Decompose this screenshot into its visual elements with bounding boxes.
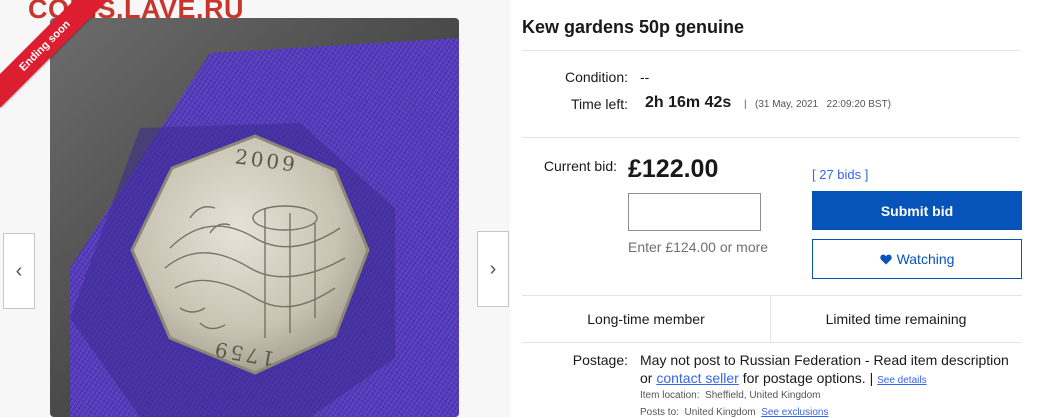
submit-bid-label: Submit bid xyxy=(880,202,954,219)
bid-amount-input[interactable] xyxy=(628,193,761,231)
postage-options-text: for postage options. | xyxy=(742,370,874,386)
condition-value: -- xyxy=(640,69,650,85)
ending-soon-ribbon: Ending soon xyxy=(0,0,120,110)
chevron-left-icon: ‹ xyxy=(15,259,23,282)
posts-to-label: Posts to: xyxy=(640,407,679,418)
submit-bid-button[interactable]: Submit bid xyxy=(812,191,1022,230)
see-details-link[interactable]: See details xyxy=(877,375,926,386)
contact-seller-link[interactable]: contact seller xyxy=(656,370,738,386)
watching-button[interactable]: Watching xyxy=(812,239,1022,279)
end-time: (31 May, 2021 22:09:20 BST) xyxy=(755,99,892,110)
heart-icon xyxy=(879,254,892,264)
watching-label: Watching xyxy=(896,251,955,267)
divider xyxy=(522,137,1020,138)
divider xyxy=(522,50,1020,51)
current-bid-label: Current bid: xyxy=(543,158,617,174)
condition-label: Condition: xyxy=(564,69,628,85)
postage-line-1: May not post to Russian Federation - Rea… xyxy=(640,352,1009,368)
see-exclusions-link[interactable]: See exclusions xyxy=(761,407,828,418)
ribbon-label: Ending soon xyxy=(0,0,107,108)
feature-strip: Long-time member Limited time remaining xyxy=(522,295,1022,343)
item-location-label: Item location: xyxy=(640,390,700,401)
previous-image-button[interactable]: ‹ xyxy=(3,233,35,309)
postage-line-2: or contact seller for postage options. |… xyxy=(640,370,927,386)
posts-to-value: United Kingdom xyxy=(684,407,756,418)
current-bid-value: £122.00 xyxy=(628,155,719,183)
next-image-button[interactable]: › xyxy=(477,231,509,307)
feature-long-time-member: Long-time member xyxy=(522,296,771,342)
time-left-value: 2h 16m 42s xyxy=(645,94,732,111)
postage-or: or xyxy=(640,370,653,386)
bids-count-link[interactable]: [ 27 bids ] xyxy=(812,167,868,182)
time-separator: | xyxy=(744,99,747,110)
item-title: Kew gardens 50p genuine xyxy=(522,17,745,37)
feature-limited-time: Limited time remaining xyxy=(825,311,967,327)
postage-label: Postage: xyxy=(572,352,628,368)
item-location: Item location: Sheffield, United Kingdom xyxy=(640,390,821,401)
posts-to: Posts to: United Kingdom See exclusions xyxy=(640,407,828,418)
image-gallery: 2009 1759 COINS.LAVE.RU Ending soon ‹ › xyxy=(0,0,510,417)
bid-hint: Enter £124.00 or more xyxy=(628,239,769,255)
time-left-label: Time left: xyxy=(570,96,628,112)
item-location-value: Sheffield, United Kingdom xyxy=(705,390,821,401)
chevron-right-icon: › xyxy=(489,257,497,280)
